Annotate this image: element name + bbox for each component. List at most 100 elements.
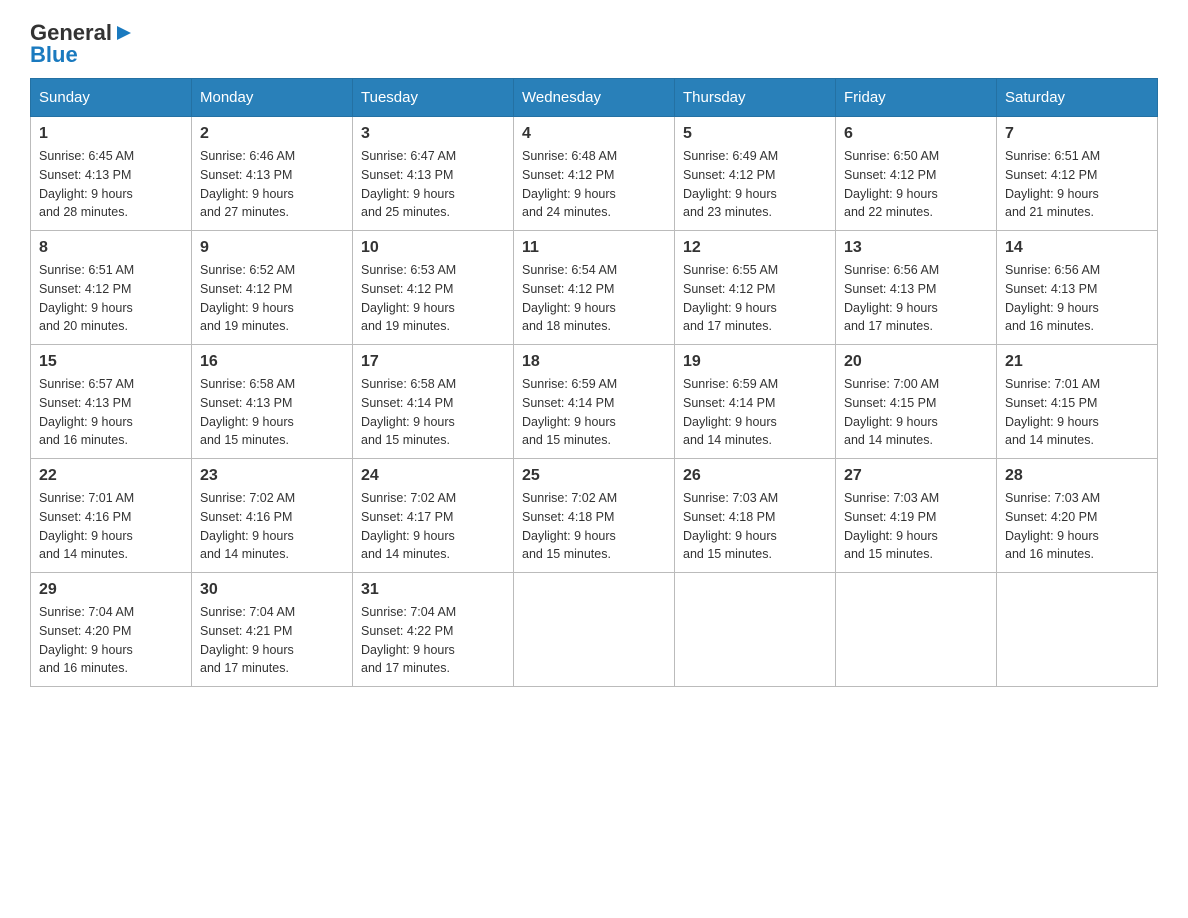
weekday-header-row: SundayMondayTuesdayWednesdayThursdayFrid… [31, 79, 1158, 117]
calendar-cell: 30 Sunrise: 7:04 AMSunset: 4:21 PMDaylig… [192, 573, 353, 687]
day-number: 29 [39, 581, 183, 599]
day-info: Sunrise: 7:03 AMSunset: 4:20 PMDaylight:… [1005, 489, 1149, 564]
day-info: Sunrise: 7:01 AMSunset: 4:16 PMDaylight:… [39, 489, 183, 564]
weekday-header-saturday: Saturday [997, 79, 1158, 117]
calendar-cell: 7 Sunrise: 6:51 AMSunset: 4:12 PMDayligh… [997, 117, 1158, 231]
day-info: Sunrise: 6:58 AMSunset: 4:13 PMDaylight:… [200, 375, 344, 450]
weekday-header-wednesday: Wednesday [514, 79, 675, 117]
day-info: Sunrise: 7:02 AMSunset: 4:17 PMDaylight:… [361, 489, 505, 564]
calendar-cell: 20 Sunrise: 7:00 AMSunset: 4:15 PMDaylig… [836, 345, 997, 459]
day-info: Sunrise: 6:54 AMSunset: 4:12 PMDaylight:… [522, 261, 666, 336]
day-info: Sunrise: 7:02 AMSunset: 4:18 PMDaylight:… [522, 489, 666, 564]
calendar-cell: 26 Sunrise: 7:03 AMSunset: 4:18 PMDaylig… [675, 459, 836, 573]
week-row-4: 22 Sunrise: 7:01 AMSunset: 4:16 PMDaylig… [31, 459, 1158, 573]
calendar-cell: 23 Sunrise: 7:02 AMSunset: 4:16 PMDaylig… [192, 459, 353, 573]
calendar-cell: 12 Sunrise: 6:55 AMSunset: 4:12 PMDaylig… [675, 231, 836, 345]
day-info: Sunrise: 7:02 AMSunset: 4:16 PMDaylight:… [200, 489, 344, 564]
calendar-cell: 14 Sunrise: 6:56 AMSunset: 4:13 PMDaylig… [997, 231, 1158, 345]
day-number: 3 [361, 125, 505, 143]
calendar-table: SundayMondayTuesdayWednesdayThursdayFrid… [30, 78, 1158, 687]
day-info: Sunrise: 6:53 AMSunset: 4:12 PMDaylight:… [361, 261, 505, 336]
day-number: 4 [522, 125, 666, 143]
day-number: 30 [200, 581, 344, 599]
calendar-cell: 31 Sunrise: 7:04 AMSunset: 4:22 PMDaylig… [353, 573, 514, 687]
logo-arrow-icon [113, 22, 135, 44]
day-number: 1 [39, 125, 183, 143]
weekday-header-thursday: Thursday [675, 79, 836, 117]
day-number: 12 [683, 239, 827, 257]
day-number: 9 [200, 239, 344, 257]
calendar-cell: 18 Sunrise: 6:59 AMSunset: 4:14 PMDaylig… [514, 345, 675, 459]
weekday-header-tuesday: Tuesday [353, 79, 514, 117]
day-number: 13 [844, 239, 988, 257]
calendar-cell: 4 Sunrise: 6:48 AMSunset: 4:12 PMDayligh… [514, 117, 675, 231]
calendar-cell [675, 573, 836, 687]
day-info: Sunrise: 7:04 AMSunset: 4:22 PMDaylight:… [361, 603, 505, 678]
weekday-header-sunday: Sunday [31, 79, 192, 117]
weekday-header-monday: Monday [192, 79, 353, 117]
day-info: Sunrise: 6:52 AMSunset: 4:12 PMDaylight:… [200, 261, 344, 336]
day-number: 25 [522, 467, 666, 485]
calendar-cell: 10 Sunrise: 6:53 AMSunset: 4:12 PMDaylig… [353, 231, 514, 345]
day-number: 15 [39, 353, 183, 371]
day-info: Sunrise: 7:03 AMSunset: 4:19 PMDaylight:… [844, 489, 988, 564]
day-info: Sunrise: 6:46 AMSunset: 4:13 PMDaylight:… [200, 147, 344, 222]
calendar-cell: 16 Sunrise: 6:58 AMSunset: 4:13 PMDaylig… [192, 345, 353, 459]
day-number: 19 [683, 353, 827, 371]
calendar-cell: 13 Sunrise: 6:56 AMSunset: 4:13 PMDaylig… [836, 231, 997, 345]
day-info: Sunrise: 7:04 AMSunset: 4:20 PMDaylight:… [39, 603, 183, 678]
day-number: 17 [361, 353, 505, 371]
calendar-cell [836, 573, 997, 687]
day-number: 16 [200, 353, 344, 371]
calendar-cell: 24 Sunrise: 7:02 AMSunset: 4:17 PMDaylig… [353, 459, 514, 573]
page-header: General Blue [30, 20, 1158, 68]
day-info: Sunrise: 6:51 AMSunset: 4:12 PMDaylight:… [1005, 147, 1149, 222]
day-info: Sunrise: 6:45 AMSunset: 4:13 PMDaylight:… [39, 147, 183, 222]
day-info: Sunrise: 6:59 AMSunset: 4:14 PMDaylight:… [522, 375, 666, 450]
day-number: 20 [844, 353, 988, 371]
day-number: 24 [361, 467, 505, 485]
day-number: 18 [522, 353, 666, 371]
day-number: 26 [683, 467, 827, 485]
calendar-cell: 28 Sunrise: 7:03 AMSunset: 4:20 PMDaylig… [997, 459, 1158, 573]
calendar-cell: 1 Sunrise: 6:45 AMSunset: 4:13 PMDayligh… [31, 117, 192, 231]
day-number: 2 [200, 125, 344, 143]
week-row-1: 1 Sunrise: 6:45 AMSunset: 4:13 PMDayligh… [31, 117, 1158, 231]
calendar-cell: 17 Sunrise: 6:58 AMSunset: 4:14 PMDaylig… [353, 345, 514, 459]
day-info: Sunrise: 6:49 AMSunset: 4:12 PMDaylight:… [683, 147, 827, 222]
logo: General Blue [30, 20, 135, 68]
calendar-cell: 8 Sunrise: 6:51 AMSunset: 4:12 PMDayligh… [31, 231, 192, 345]
calendar-cell: 29 Sunrise: 7:04 AMSunset: 4:20 PMDaylig… [31, 573, 192, 687]
day-number: 5 [683, 125, 827, 143]
calendar-cell: 11 Sunrise: 6:54 AMSunset: 4:12 PMDaylig… [514, 231, 675, 345]
calendar-cell: 25 Sunrise: 7:02 AMSunset: 4:18 PMDaylig… [514, 459, 675, 573]
day-info: Sunrise: 6:58 AMSunset: 4:14 PMDaylight:… [361, 375, 505, 450]
calendar-cell: 19 Sunrise: 6:59 AMSunset: 4:14 PMDaylig… [675, 345, 836, 459]
day-number: 10 [361, 239, 505, 257]
day-info: Sunrise: 7:04 AMSunset: 4:21 PMDaylight:… [200, 603, 344, 678]
day-info: Sunrise: 6:47 AMSunset: 4:13 PMDaylight:… [361, 147, 505, 222]
day-number: 22 [39, 467, 183, 485]
calendar-cell [514, 573, 675, 687]
day-number: 21 [1005, 353, 1149, 371]
day-number: 8 [39, 239, 183, 257]
calendar-cell: 2 Sunrise: 6:46 AMSunset: 4:13 PMDayligh… [192, 117, 353, 231]
calendar-cell: 27 Sunrise: 7:03 AMSunset: 4:19 PMDaylig… [836, 459, 997, 573]
day-number: 11 [522, 239, 666, 257]
week-row-5: 29 Sunrise: 7:04 AMSunset: 4:20 PMDaylig… [31, 573, 1158, 687]
week-row-3: 15 Sunrise: 6:57 AMSunset: 4:13 PMDaylig… [31, 345, 1158, 459]
day-number: 28 [1005, 467, 1149, 485]
weekday-header-friday: Friday [836, 79, 997, 117]
logo-blue: Blue [30, 42, 78, 68]
day-info: Sunrise: 7:03 AMSunset: 4:18 PMDaylight:… [683, 489, 827, 564]
calendar-cell: 5 Sunrise: 6:49 AMSunset: 4:12 PMDayligh… [675, 117, 836, 231]
calendar-cell: 22 Sunrise: 7:01 AMSunset: 4:16 PMDaylig… [31, 459, 192, 573]
day-info: Sunrise: 6:51 AMSunset: 4:12 PMDaylight:… [39, 261, 183, 336]
calendar-cell: 3 Sunrise: 6:47 AMSunset: 4:13 PMDayligh… [353, 117, 514, 231]
day-number: 31 [361, 581, 505, 599]
day-info: Sunrise: 6:48 AMSunset: 4:12 PMDaylight:… [522, 147, 666, 222]
day-info: Sunrise: 6:55 AMSunset: 4:12 PMDaylight:… [683, 261, 827, 336]
day-number: 7 [1005, 125, 1149, 143]
week-row-2: 8 Sunrise: 6:51 AMSunset: 4:12 PMDayligh… [31, 231, 1158, 345]
calendar-cell: 6 Sunrise: 6:50 AMSunset: 4:12 PMDayligh… [836, 117, 997, 231]
